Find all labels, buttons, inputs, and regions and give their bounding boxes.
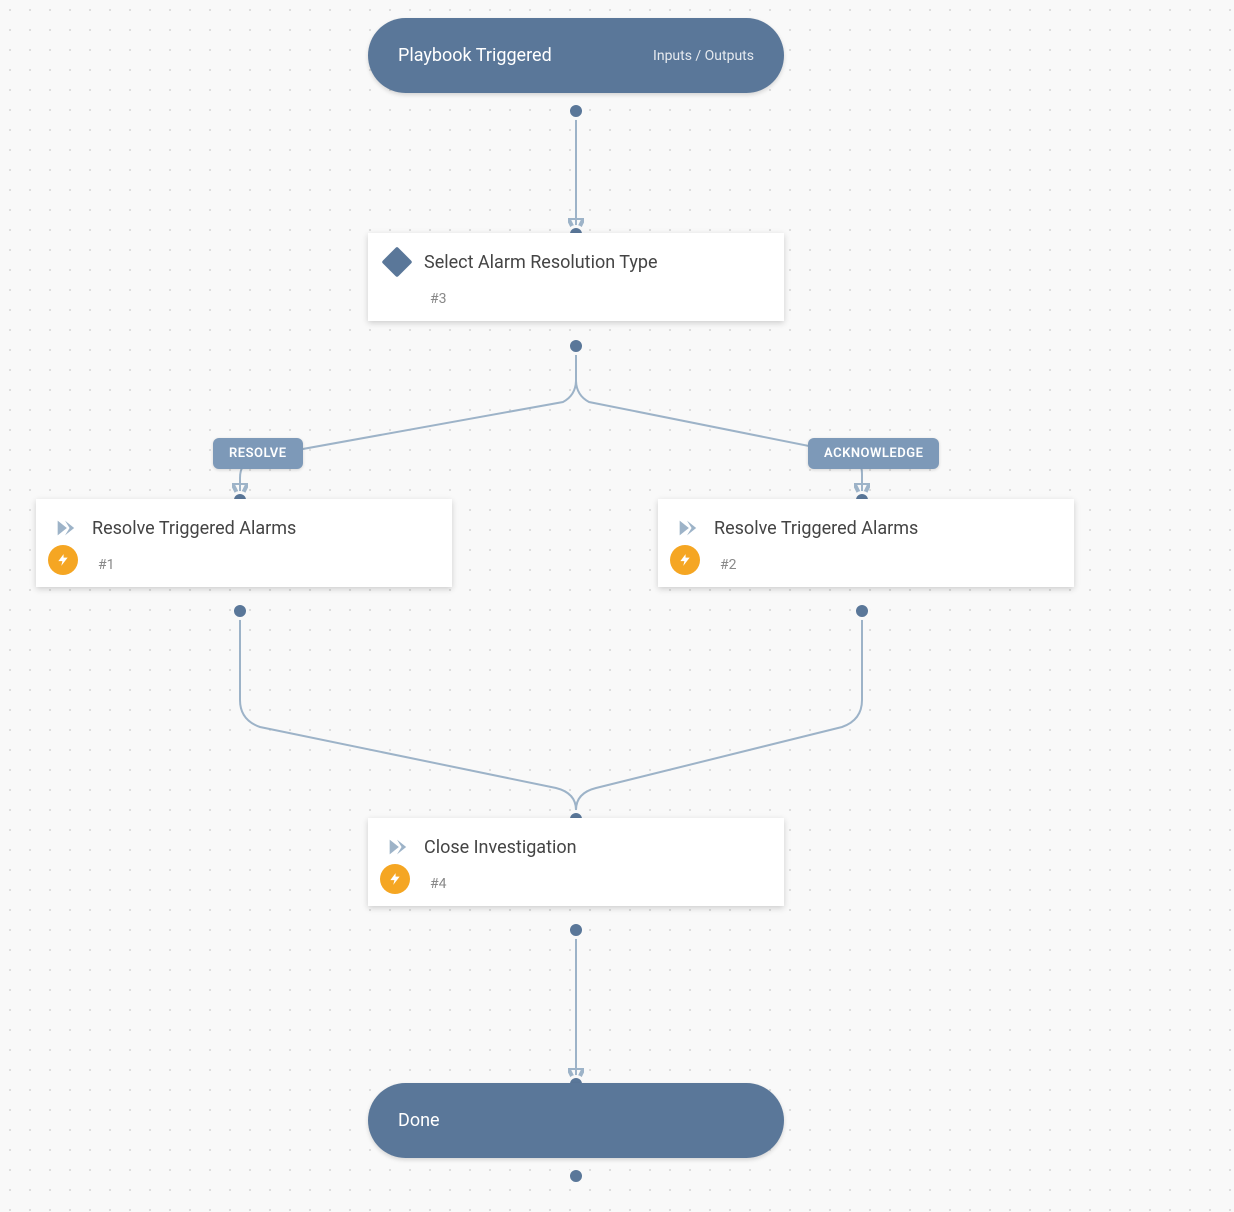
io-link[interactable]: Inputs / Outputs (653, 48, 754, 64)
action-node-1[interactable]: Resolve Triggered Alarms #1 (36, 499, 452, 587)
flow-connectors (0, 0, 1234, 1212)
bolt-icon (48, 545, 78, 575)
end-title: Done (398, 1110, 440, 1131)
start-node[interactable]: Playbook Triggered Inputs / Outputs (368, 18, 784, 93)
branch-label-resolve[interactable]: RESOLVE (213, 438, 303, 469)
action-node-2[interactable]: Resolve Triggered Alarms #2 (658, 499, 1074, 587)
action-id: #2 (720, 557, 1056, 573)
bolt-icon (380, 864, 410, 894)
decision-title: Select Alarm Resolution Type (424, 252, 658, 273)
end-node[interactable]: Done (368, 1083, 784, 1158)
action-title: Resolve Triggered Alarms (92, 518, 296, 539)
action-id: #1 (98, 557, 434, 573)
start-title: Playbook Triggered (398, 45, 552, 66)
connector-dot (567, 921, 585, 939)
connector-dot (567, 1167, 585, 1185)
bolt-icon (670, 545, 700, 575)
chevron-icon (386, 836, 408, 858)
connector-dot (231, 602, 249, 620)
action-id: #4 (430, 876, 766, 892)
connector-dot (853, 602, 871, 620)
chevron-icon (676, 517, 698, 539)
action-title: Close Investigation (424, 837, 577, 858)
diamond-icon (381, 246, 412, 277)
chevron-icon (54, 517, 76, 539)
decision-node[interactable]: Select Alarm Resolution Type #3 (368, 233, 784, 321)
action-title: Resolve Triggered Alarms (714, 518, 918, 539)
connector-dot (567, 102, 585, 120)
decision-id: #3 (430, 291, 766, 307)
branch-label-acknowledge[interactable]: ACKNOWLEDGE (808, 438, 939, 469)
connector-dot (567, 337, 585, 355)
action-node-4[interactable]: Close Investigation #4 (368, 818, 784, 906)
